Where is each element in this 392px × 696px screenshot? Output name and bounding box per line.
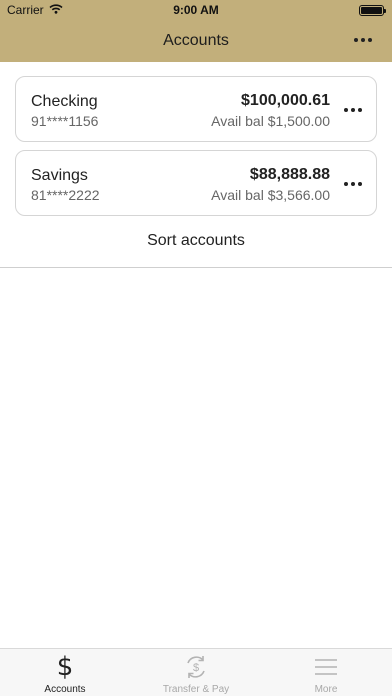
status-time: 9:00 AM [173, 3, 219, 17]
menu-icon [261, 654, 391, 680]
status-bar: Carrier 9:00 AM [0, 0, 392, 20]
ellipsis-icon[interactable] [344, 108, 362, 112]
svg-text:$: $ [193, 662, 199, 674]
ellipsis-icon[interactable] [344, 182, 362, 186]
page-title: Accounts [163, 32, 229, 49]
ellipsis-icon[interactable] [354, 38, 372, 42]
account-name: Savings [31, 167, 88, 184]
account-balance: $100,000.61 [241, 92, 330, 109]
dollar-icon: $ [56, 652, 74, 682]
available-balance: Avail bal $1,500.00 [211, 113, 330, 129]
divider [0, 267, 392, 268]
sort-accounts-button[interactable]: Sort accounts [0, 232, 392, 250]
tab-accounts[interactable]: $ Accounts [0, 649, 130, 696]
account-number: 91****1156 [31, 113, 99, 129]
account-card-savings[interactable]: Savings 81****2222 $88,888.88 Avail bal … [15, 150, 377, 216]
account-balance: $88,888.88 [249, 166, 330, 183]
available-balance: Avail bal $3,566.00 [211, 187, 330, 203]
tab-label: More [314, 684, 338, 695]
account-name: Checking [31, 93, 98, 110]
account-number: 81****2222 [31, 187, 100, 203]
battery-icon [359, 5, 386, 16]
tab-bar: $ Accounts $ Transfer & Pay More [0, 648, 392, 696]
transfer-icon: $ [131, 654, 261, 680]
tab-transfer-pay[interactable]: $ Transfer & Pay [131, 649, 261, 696]
tab-label: Accounts [44, 684, 86, 695]
tab-label: Transfer & Pay [162, 684, 230, 695]
tab-more[interactable]: More [261, 649, 391, 696]
account-card-checking[interactable]: Checking 91****1156 $100,000.61 Avail ba… [15, 76, 377, 142]
nav-bar: Accounts [0, 20, 392, 62]
